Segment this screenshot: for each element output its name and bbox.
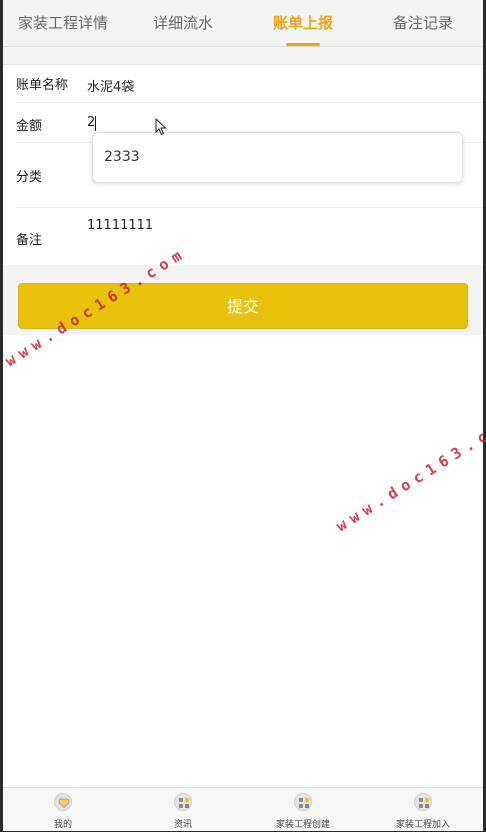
remark-row: 备注 11111111	[16, 208, 483, 265]
text-caret	[95, 116, 96, 131]
category-label: 分类	[16, 170, 43, 185]
bill-name-label: 账单名称	[16, 78, 69, 93]
mouse-pointer-icon	[155, 118, 167, 136]
bottom-nav: 我的 资讯 家装工程创建 家装工程加入	[3, 787, 483, 831]
tab-bar: 家装工程详情 详细流水 账单上报 备注记录	[3, 0, 483, 47]
remark-input[interactable]: 11111111	[87, 218, 153, 233]
tab-transactions[interactable]: 详细流水	[123, 0, 243, 46]
nav-label: 我的	[53, 820, 72, 830]
grid-icon	[414, 793, 432, 811]
nav-item-news[interactable]: 资讯	[123, 788, 243, 831]
tab-bill-report[interactable]: 账单上报	[243, 0, 363, 46]
tab-remarks[interactable]: 备注记录	[363, 0, 483, 46]
tab-project-details[interactable]: 家装工程详情	[3, 0, 123, 46]
section-spacer	[3, 47, 483, 65]
nav-label: 家装工程加入	[395, 820, 450, 830]
bill-name-row: 账单名称 水泥4袋	[16, 65, 483, 103]
watermark-text: www.doc163.com	[333, 408, 486, 536]
nav-item-project-join[interactable]: 家装工程加入	[363, 788, 483, 831]
heart-icon	[54, 793, 72, 811]
nav-label: 资讯	[173, 820, 192, 830]
remark-label: 备注	[16, 233, 43, 248]
amount-label: 金额	[16, 119, 43, 134]
bill-name-input[interactable]: 水泥4袋	[87, 76, 134, 95]
nav-label: 家装工程创建	[275, 820, 330, 830]
nav-item-mine[interactable]: 我的	[3, 788, 123, 831]
nav-item-project-create[interactable]: 家装工程创建	[243, 788, 363, 831]
grid-icon	[294, 793, 312, 811]
autocomplete-popup: 2333	[92, 132, 463, 183]
grid-icon	[174, 793, 192, 811]
autocomplete-option[interactable]: 2333	[104, 149, 140, 165]
